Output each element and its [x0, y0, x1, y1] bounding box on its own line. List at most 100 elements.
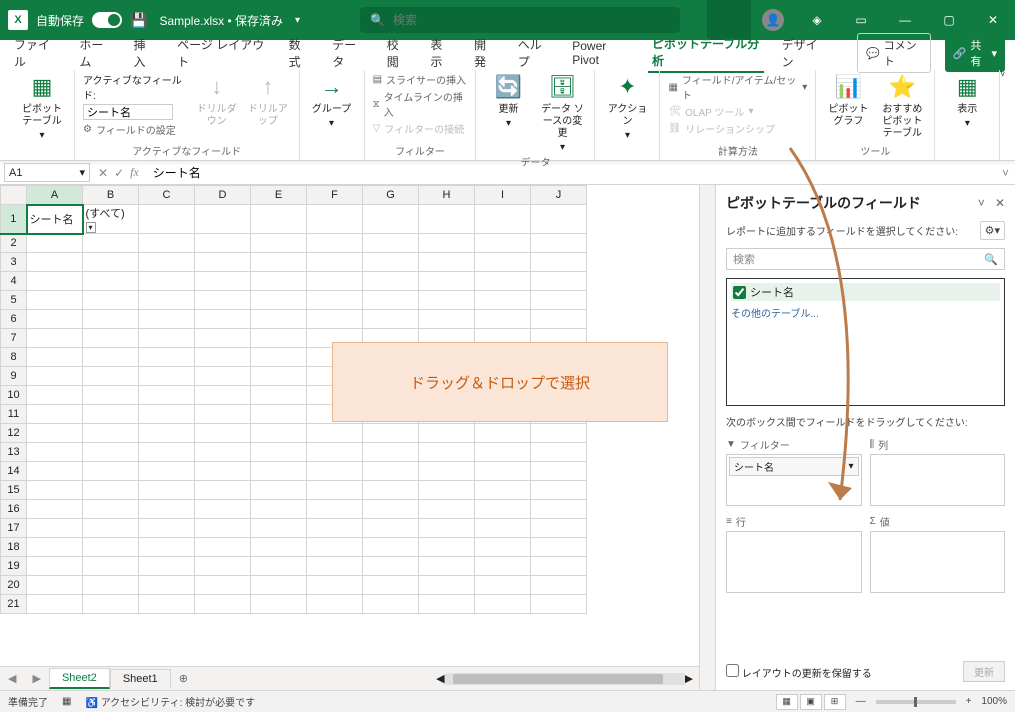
sheet-nav-prev[interactable]: ◀ — [0, 672, 24, 685]
collapse-ribbon-button[interactable]: ˅ — [1000, 70, 1005, 160]
row-header-1[interactable]: 1 — [1, 205, 27, 234]
sheet-tab-sheet2[interactable]: Sheet2 — [49, 668, 110, 689]
row-header[interactable]: 18 — [1, 538, 27, 557]
row-header[interactable]: 20 — [1, 576, 27, 595]
pivot-chart-button[interactable]: 📊ピボットグラフ — [824, 72, 872, 128]
autosave-toggle[interactable] — [92, 12, 122, 28]
display-button[interactable]: ▦表示▾ — [943, 72, 991, 130]
sheet-nav-next[interactable]: ▶ — [24, 672, 48, 685]
tab-data[interactable]: データ — [328, 34, 369, 72]
macro-icon[interactable]: ▦ — [62, 696, 71, 707]
cell-b1[interactable]: (すべて) ▾ — [83, 205, 139, 234]
row-header[interactable]: 4 — [1, 272, 27, 291]
row-header[interactable]: 17 — [1, 519, 27, 538]
gear-icon[interactable]: ⚙▾ — [980, 221, 1005, 240]
row-header[interactable]: 15 — [1, 481, 27, 500]
close-pane-icon[interactable]: ✕ — [995, 196, 1005, 210]
update-button[interactable]: 更新 — [963, 661, 1005, 682]
chevron-down-icon[interactable]: ˅ — [978, 196, 985, 210]
view-page-break-button[interactable]: ⊞ — [824, 694, 846, 710]
group-button[interactable]: →グループ▾ — [308, 72, 356, 130]
row-header[interactable]: 11 — [1, 405, 27, 424]
accessibility-status[interactable]: ♿ アクセシビリティ: 検討が必要です — [85, 694, 255, 709]
col-header-i[interactable]: I — [475, 186, 531, 205]
insert-timeline-button[interactable]: ⧖ タイムラインの挿入 — [373, 89, 468, 119]
columns-box[interactable] — [870, 454, 1006, 506]
insert-slicer-button[interactable]: ▤ スライサーの挿入 — [373, 72, 468, 87]
col-header-b[interactable]: B — [83, 186, 139, 205]
row-header[interactable]: 3 — [1, 253, 27, 272]
actions-button[interactable]: ✦アクション▾ — [603, 72, 651, 142]
row-header[interactable]: 14 — [1, 462, 27, 481]
tab-formulas[interactable]: 数式 — [285, 34, 315, 72]
vertical-scrollbar[interactable] — [699, 185, 715, 690]
col-header-f[interactable]: F — [307, 186, 363, 205]
col-header-g[interactable]: G — [363, 186, 419, 205]
comments-button[interactable]: 💬 コメント — [857, 33, 931, 73]
col-header-a[interactable]: A — [27, 186, 83, 205]
formula-input[interactable] — [147, 166, 996, 180]
pane-search[interactable]: 検索🔍 — [726, 248, 1005, 270]
pivot-table-button[interactable]: ▦ピボットテーブル▾ — [18, 72, 66, 142]
tab-insert[interactable]: 挿入 — [129, 34, 159, 72]
chevron-down-icon[interactable]: ▾ — [295, 15, 300, 26]
horizontal-scrollbar[interactable] — [445, 673, 685, 685]
defer-layout-checkbox[interactable]: レイアウトの更新を保留する — [726, 664, 872, 680]
row-header[interactable]: 21 — [1, 595, 27, 614]
row-header[interactable]: 13 — [1, 443, 27, 462]
search-box[interactable]: 🔍 — [360, 7, 680, 33]
other-tables-link[interactable]: その他のテーブル... — [731, 305, 1000, 320]
tab-design[interactable]: デザイン — [778, 34, 829, 72]
tab-view[interactable]: 表示 — [426, 34, 456, 72]
field-settings-button[interactable]: ⚙ フィールドの設定 — [83, 122, 188, 137]
fx-icon[interactable]: fx — [130, 165, 139, 180]
row-header[interactable]: 16 — [1, 500, 27, 519]
recommended-pivot-button[interactable]: ⭐おすすめピボットテーブル — [878, 72, 926, 140]
change-data-source-button[interactable]: 🗄データ ソースの変更▾ — [538, 72, 586, 154]
row-header[interactable]: 2 — [1, 234, 27, 253]
view-normal-button[interactable]: ▦ — [776, 694, 798, 710]
tab-help[interactable]: ヘルプ — [514, 34, 555, 72]
tab-pivot-analyze[interactable]: ピボットテーブル分析 — [648, 33, 764, 73]
field-list[interactable]: シート名 その他のテーブル... — [726, 278, 1005, 406]
share-button[interactable]: 🔗 共有 ▾ — [945, 34, 1005, 72]
row-header[interactable]: 10 — [1, 386, 27, 405]
row-header[interactable]: 12 — [1, 424, 27, 443]
filters-box[interactable]: シート名▾ — [726, 454, 862, 506]
filter-chip-sheet-name[interactable]: シート名▾ — [729, 457, 859, 476]
enter-icon[interactable]: ✓ — [114, 166, 124, 180]
fields-items-sets-button[interactable]: ▦ フィールド/アイテム/セット ▾ — [668, 72, 807, 102]
values-box[interactable] — [870, 531, 1006, 593]
add-sheet-button[interactable]: ⊕ — [171, 672, 196, 685]
active-field-input[interactable] — [83, 104, 173, 120]
tab-home[interactable]: ホーム — [75, 34, 115, 72]
cancel-icon[interactable]: ✕ — [98, 166, 108, 180]
field-item-sheet-name[interactable]: シート名 — [731, 283, 1000, 301]
zoom-out-button[interactable]: — — [856, 696, 866, 707]
filter-dropdown-icon[interactable]: ▾ — [86, 222, 96, 233]
scroll-left-icon[interactable]: ◀ — [436, 672, 444, 685]
sheet-tab-sheet1[interactable]: Sheet1 — [110, 669, 171, 688]
col-header-e[interactable]: E — [251, 186, 307, 205]
scroll-right-icon[interactable]: ▶ — [685, 672, 693, 685]
tab-power-pivot[interactable]: Power Pivot — [568, 37, 634, 69]
rows-box[interactable] — [726, 531, 862, 593]
chevron-down-icon[interactable]: ▾ — [848, 461, 853, 472]
zoom-level[interactable]: 100% — [981, 696, 1007, 707]
tab-developer[interactable]: 開発 — [470, 34, 500, 72]
refresh-button[interactable]: 🔄更新▾ — [484, 72, 532, 130]
save-icon[interactable]: 💾 — [130, 12, 147, 29]
tab-page-layout[interactable]: ページ レイアウト — [173, 34, 270, 72]
zoom-in-button[interactable]: + — [966, 696, 972, 707]
row-header[interactable]: 9 — [1, 367, 27, 386]
col-header-c[interactable]: C — [139, 186, 195, 205]
tab-review[interactable]: 校閲 — [383, 34, 413, 72]
view-page-layout-button[interactable]: ▣ — [800, 694, 822, 710]
col-header-j[interactable]: J — [531, 186, 587, 205]
search-input[interactable] — [393, 13, 670, 27]
tab-file[interactable]: ファイル — [10, 34, 61, 72]
expand-formula-icon[interactable]: ˅ — [996, 166, 1015, 180]
row-header[interactable]: 7 — [1, 329, 27, 348]
field-checkbox[interactable] — [733, 286, 746, 299]
cell-a1[interactable]: シート名 — [27, 205, 83, 234]
